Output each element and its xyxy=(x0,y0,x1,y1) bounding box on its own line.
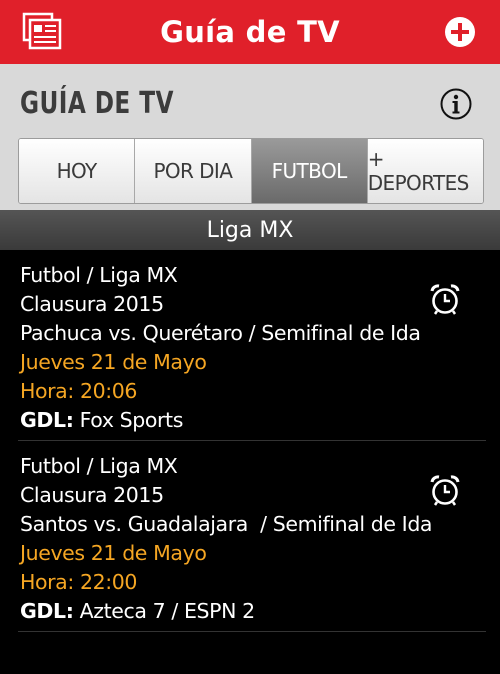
list-item[interactable]: Futbol / Liga MX Clausura 2015 Santos vs… xyxy=(18,441,486,632)
tab-hoy[interactable]: HOY xyxy=(19,139,136,203)
event-city: GDL: xyxy=(20,599,74,623)
event-category: Futbol / Liga MX xyxy=(20,263,178,287)
alarm-clock-icon[interactable] xyxy=(428,473,462,507)
event-channels-row: GDL: Fox Sports xyxy=(20,406,421,435)
event-match: Pachuca vs. Querétaro / Semifinal de Ida xyxy=(20,321,421,345)
tab-label: FUTBOL xyxy=(271,159,348,183)
app-title: Guía de TV xyxy=(160,15,340,49)
tab-label: HOY xyxy=(56,159,98,183)
section-title: Liga MX xyxy=(206,217,294,243)
event-date: Jueves 21 de Mayo xyxy=(20,350,207,374)
tab-por-dia[interactable]: POR DIA xyxy=(135,139,252,203)
event-category: Futbol / Liga MX xyxy=(20,454,178,478)
event-city: GDL: xyxy=(20,408,74,432)
top-bar: Guía de TV xyxy=(0,0,500,64)
event-tournament: Clausura 2015 xyxy=(20,292,164,316)
section-header: Liga MX xyxy=(0,210,500,250)
page-header: GUÍA DE TV HOY POR DIA FUTBOL + DEPORTES xyxy=(0,64,500,210)
event-match: Santos vs. Guadalajara / Semifinal de Id… xyxy=(20,512,433,536)
newspaper-icon[interactable] xyxy=(22,12,62,50)
tab-label: POR DIA xyxy=(153,159,233,183)
info-icon[interactable] xyxy=(440,88,472,120)
page-title: GUÍA DE TV xyxy=(20,86,174,121)
event-list: Futbol / Liga MX Clausura 2015 Pachuca v… xyxy=(0,250,500,632)
event-channels: Fox Sports xyxy=(79,408,184,432)
plus-circle-icon[interactable] xyxy=(444,16,476,48)
alarm-clock-icon[interactable] xyxy=(428,282,462,316)
event-date: Jueves 21 de Mayo xyxy=(20,541,207,565)
list-item[interactable]: Futbol / Liga MX Clausura 2015 Pachuca v… xyxy=(18,250,486,441)
tab-bar: HOY POR DIA FUTBOL + DEPORTES xyxy=(18,138,484,204)
event-channels-row: GDL: Azteca 7 / ESPN 2 xyxy=(20,597,432,626)
tab-mas-deportes[interactable]: + DEPORTES xyxy=(367,139,483,203)
event-channels: Azteca 7 / ESPN 2 xyxy=(79,599,256,623)
event-time: Hora: 20:06 xyxy=(20,379,138,403)
tab-label: + DEPORTES xyxy=(367,147,470,195)
event-time: Hora: 22:00 xyxy=(20,570,138,594)
event-tournament: Clausura 2015 xyxy=(20,483,164,507)
tab-futbol[interactable]: FUTBOL xyxy=(251,139,368,203)
